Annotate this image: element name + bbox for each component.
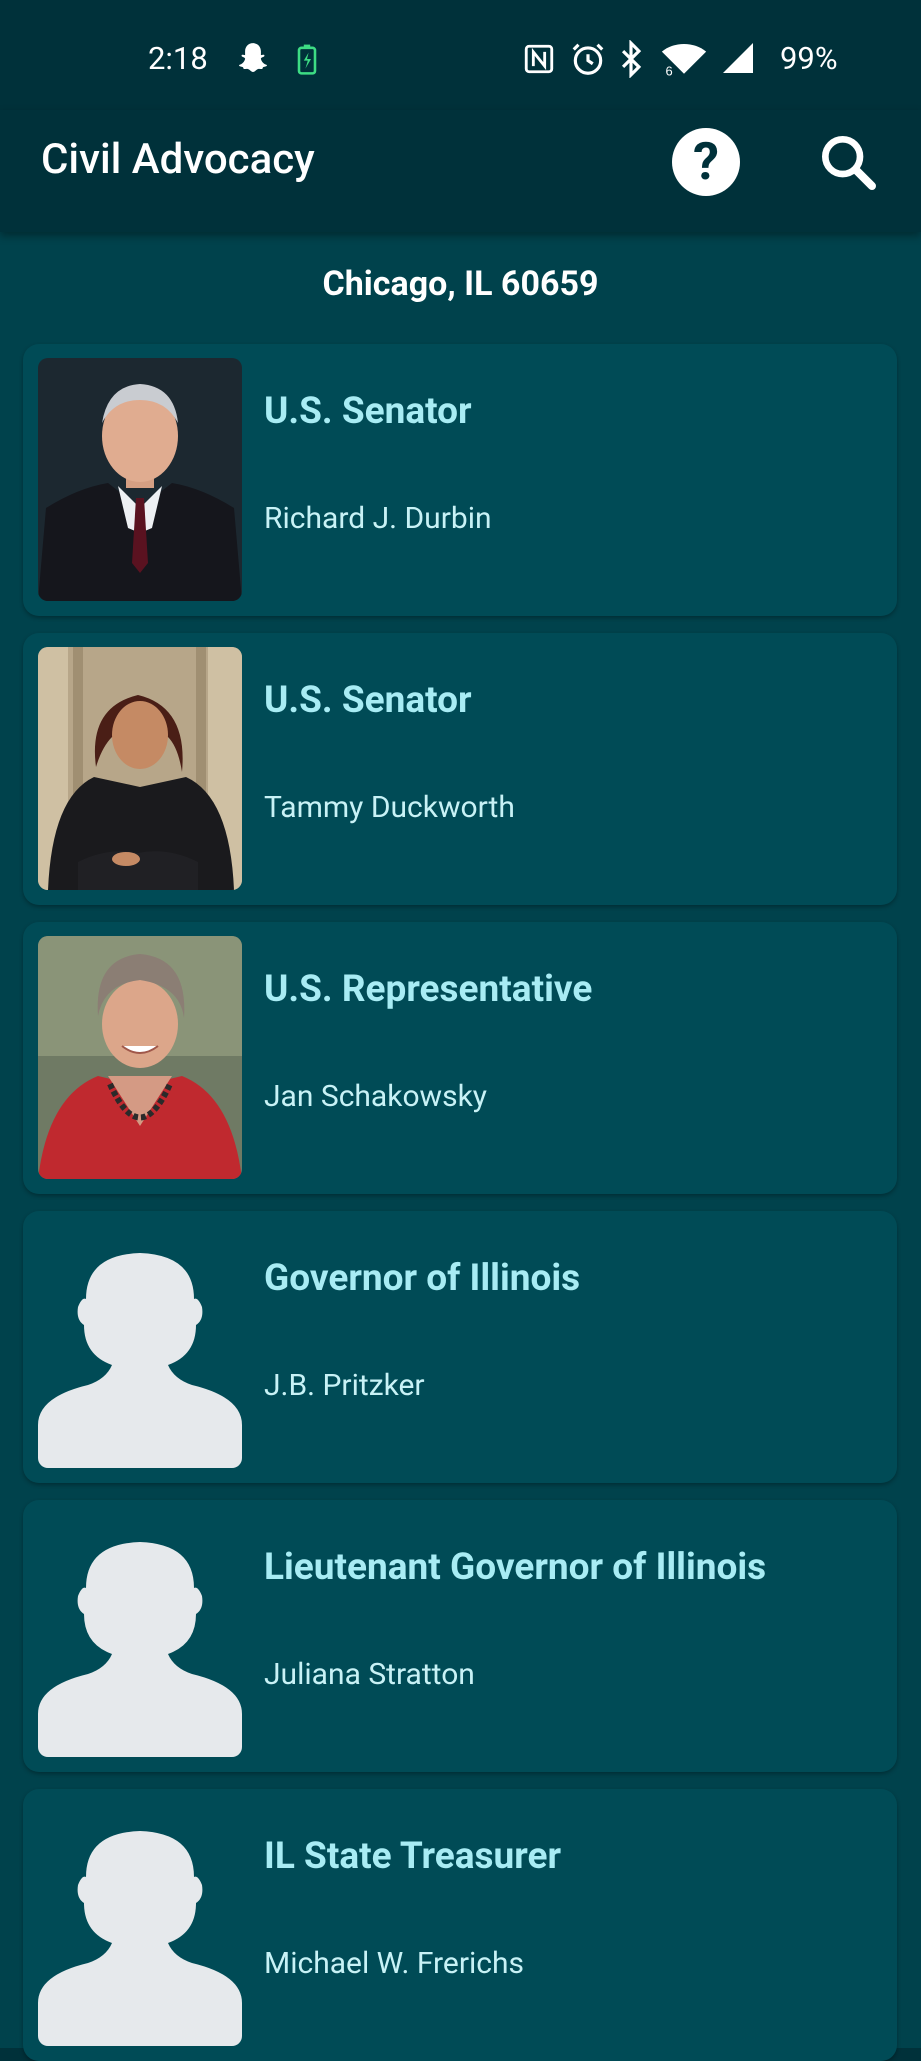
placeholder-avatar-icon — [38, 1225, 242, 1468]
official-card[interactable]: U.S. Senator Tammy Duckworth — [23, 633, 897, 905]
official-card[interactable]: U.S. Senator Richard J. Durbin — [23, 344, 897, 616]
snapchat-icon — [239, 43, 267, 72]
nfc-icon — [524, 44, 554, 74]
battery-percentage: 99% — [780, 40, 838, 77]
office-title: Lieutenant Governor of Illinois — [264, 1546, 767, 1589]
official-name: J.B. Pritzker — [264, 1368, 425, 1403]
official-name: Michael W. Frerichs — [264, 1946, 525, 1981]
official-card[interactable]: Governor of Illinois J.B. Pritzker — [23, 1211, 897, 1483]
svg-text:6: 6 — [666, 64, 673, 78]
official-card[interactable]: IL State Treasurer Michael W. Frerichs — [23, 1789, 897, 2061]
app-bar: Civil Advocacy ? — [0, 110, 921, 232]
placeholder-avatar-icon — [38, 1514, 242, 1757]
help-icon: ? — [693, 131, 719, 192]
app-title: Civil Advocacy — [41, 135, 315, 184]
wifi-icon: 6 — [661, 44, 707, 78]
official-name: Juliana Stratton — [264, 1657, 475, 1692]
official-photo — [38, 936, 242, 1179]
official-card[interactable]: Lieutenant Governor of Illinois Juliana … — [23, 1500, 897, 1772]
placeholder-avatar-icon — [38, 1803, 242, 2046]
official-name: Tammy Duckworth — [264, 790, 515, 825]
office-title: IL State Treasurer — [264, 1835, 562, 1878]
help-button[interactable]: ? — [672, 128, 740, 196]
official-card[interactable]: U.S. Representative Jan Schakowsky — [23, 922, 897, 1194]
office-title: Governor of Illinois — [264, 1257, 581, 1300]
official-photo — [38, 647, 242, 890]
signal-icon — [723, 43, 753, 73]
office-title: U.S. Senator — [264, 390, 472, 433]
location-header: Chicago, IL 60659 — [322, 264, 599, 304]
official-photo — [38, 358, 242, 601]
office-title: U.S. Senator — [264, 679, 472, 722]
status-bar: 2:18 6 99% — [0, 0, 921, 110]
battery-charging-icon — [297, 44, 317, 75]
office-title: U.S. Representative — [264, 968, 593, 1011]
status-time: 2:18 — [148, 40, 208, 77]
search-icon[interactable] — [816, 130, 880, 194]
bluetooth-icon — [621, 40, 642, 78]
official-name: Richard J. Durbin — [264, 501, 492, 536]
alarm-icon — [572, 43, 604, 75]
official-name: Jan Schakowsky — [264, 1079, 487, 1114]
officials-list: Chicago, IL 60659 U.S. Senator Richard J… — [0, 232, 921, 2061]
